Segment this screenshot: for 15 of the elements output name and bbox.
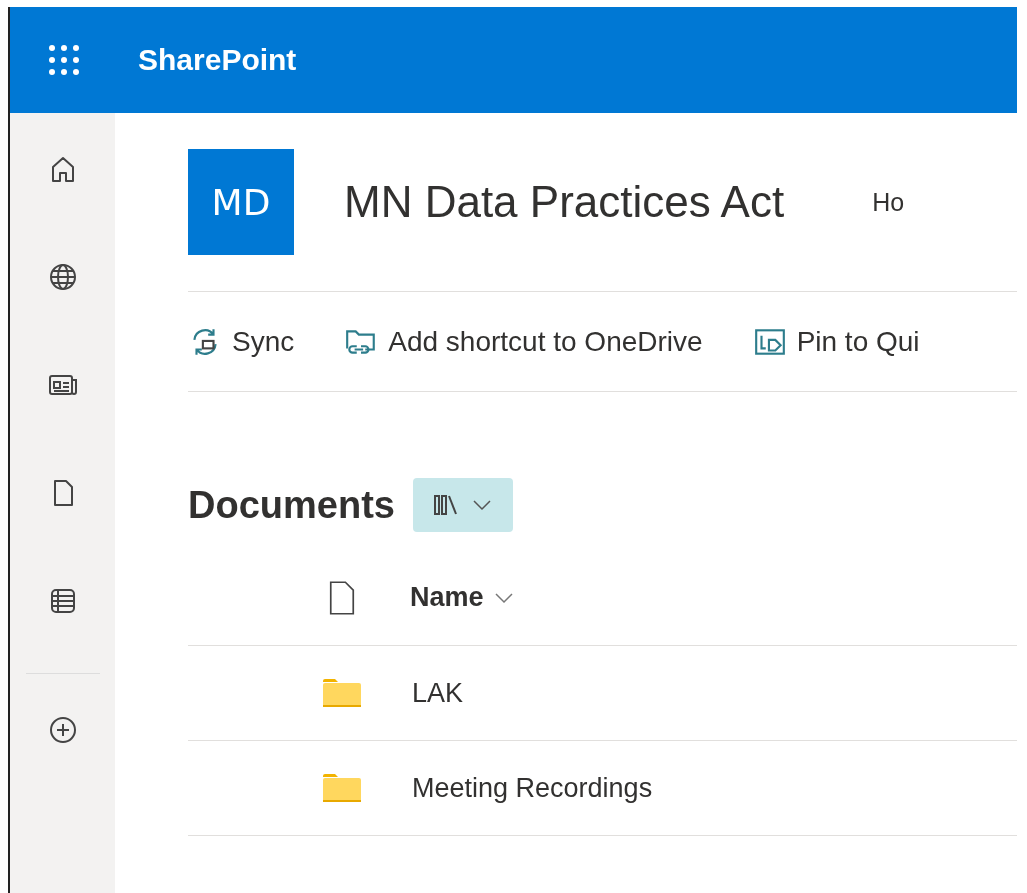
- app-launcher-icon[interactable]: [46, 42, 82, 78]
- view-button[interactable]: [412, 478, 513, 532]
- file-name-link[interactable]: LAK: [412, 677, 464, 709]
- folder-icon: [322, 772, 362, 804]
- site-logo[interactable]: MD: [188, 149, 294, 255]
- column-header[interactable]: Name: [410, 582, 516, 613]
- app-title[interactable]: SharePoint: [138, 43, 297, 77]
- library-title: Documents: [188, 483, 395, 527]
- command-button[interactable]: Pin to Qui: [752, 324, 920, 359]
- command-button[interactable]: Sync: [188, 324, 295, 359]
- nav-link[interactable]: Ho: [872, 187, 905, 217]
- command-button[interactable]: Add shortcut to OneDrive: [344, 324, 703, 359]
- folder-icon: [322, 677, 362, 709]
- file-name-link[interactable]: Meeting Recordings: [412, 772, 653, 804]
- site-title[interactable]: MN Data Practices Act: [344, 177, 785, 227]
